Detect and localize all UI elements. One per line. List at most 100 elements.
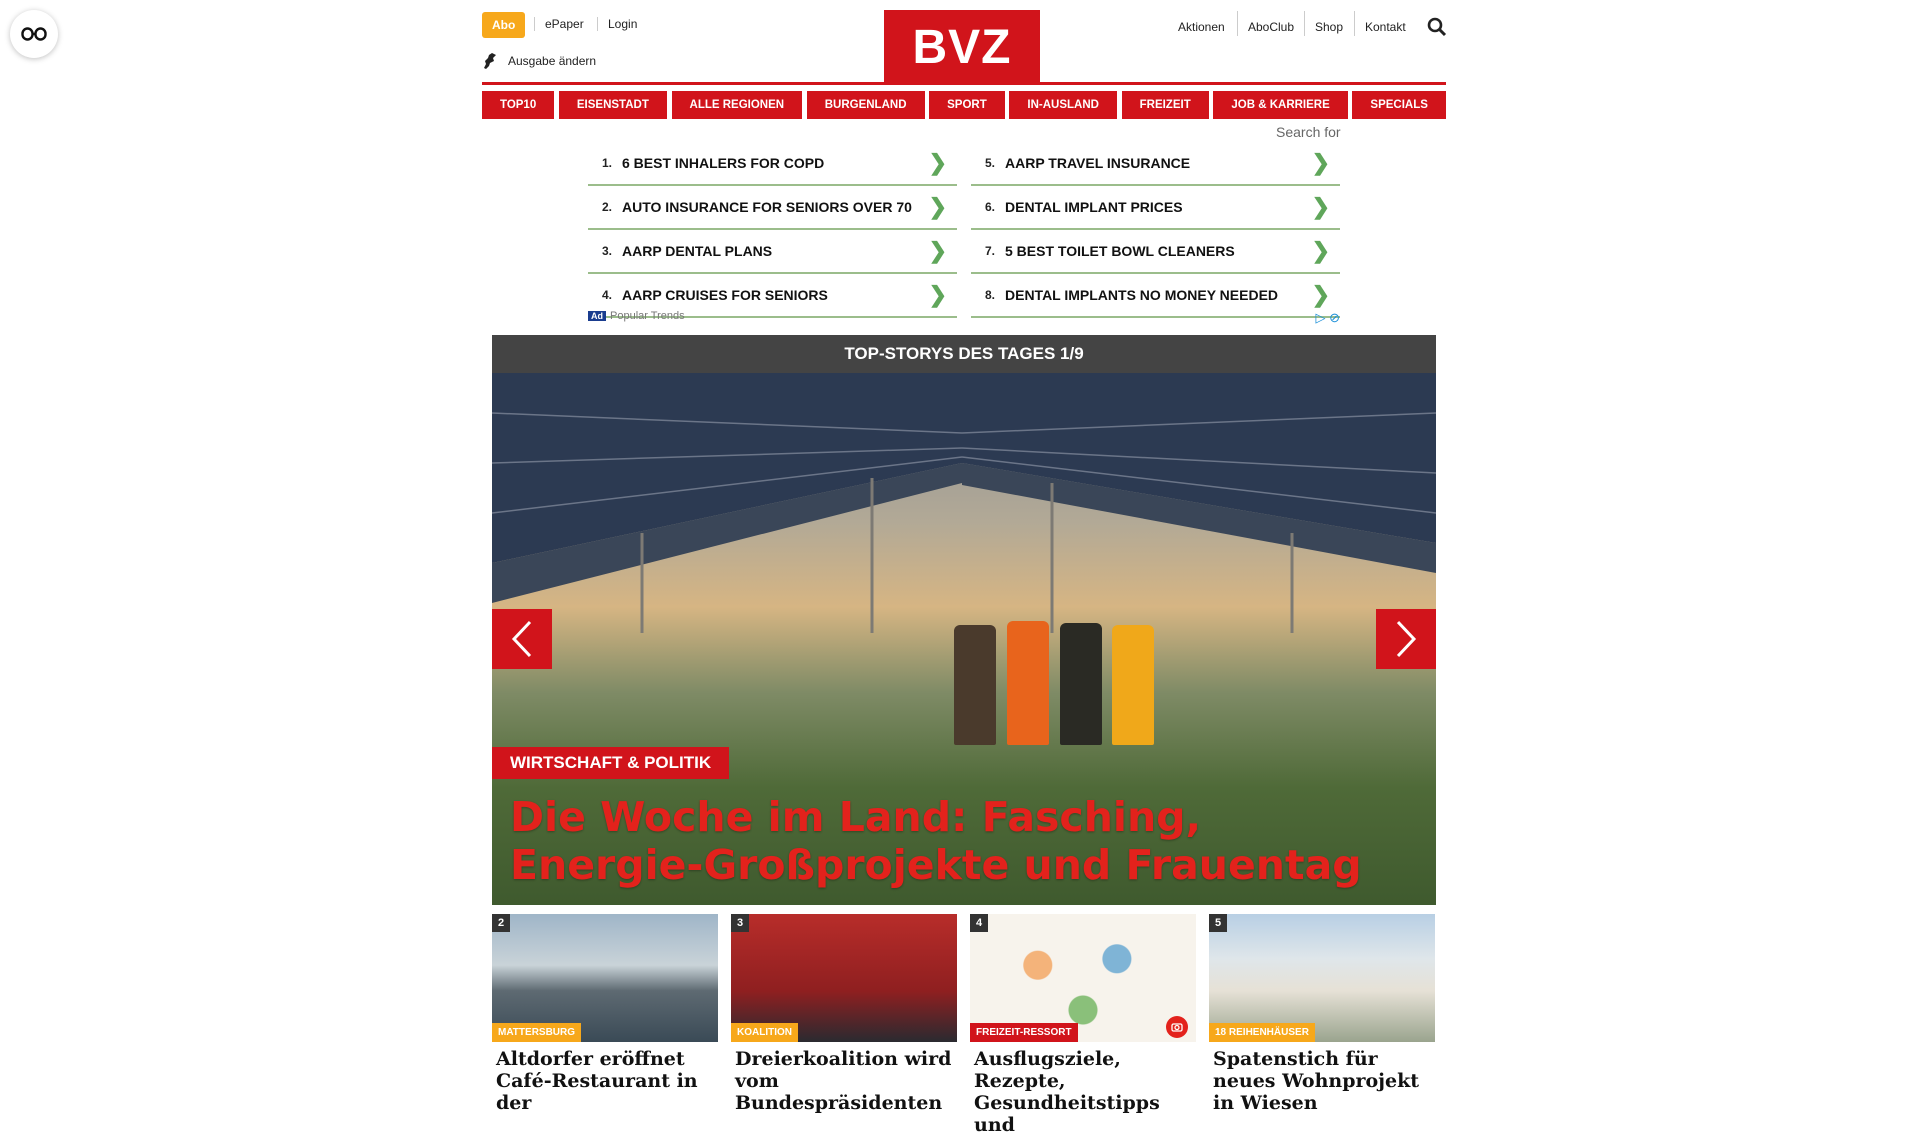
nav-in-ausland[interactable]: IN-AUSLAND [1009,91,1117,119]
search-icon [1427,17,1447,37]
chevron-right-icon: ❯ [1311,282,1330,307]
solar-panels-image [492,373,1436,633]
ad-link[interactable]: 3. AARP DENTAL PLANS ❯ [588,230,957,274]
ad-column-right: 5. AARP TRAVEL INSURANCE ❯ 6. DENTAL IMPLAN… [971,142,1340,318]
ad-link-text: AUTO INSURANCE FOR SENIORS OVER 70 [622,199,912,215]
site-container: Abo ePaper Login Ausgabe ändern BVZ Akti… [482,0,1447,1136]
story-category-tag: KOALITION [731,1023,798,1042]
nav-burgenland[interactable]: BURGENLAND [806,91,925,119]
chevron-right-icon: ❯ [1311,194,1330,219]
ad-footer: Ad Popular Trends ▷ ⊘ [588,310,1340,325]
ad-link-text: AARP DENTAL PLANS [622,243,773,259]
story-title: Ausflugsziele, Rezepte, Gesundheitstipps… [974,1048,1160,1136]
nav-sport[interactable]: SPORT [929,91,1005,119]
story-title: Spatenstich für neues Wohnprojekt in Wie… [1213,1048,1420,1114]
burgenland-map-icon [484,53,496,69]
edition-switch[interactable]: Ausgabe ändern [482,52,596,70]
story-rank: 3 [731,914,749,932]
nav-freizeit[interactable]: FREIZEIT [1121,91,1209,119]
story-card[interactable]: 4 FREIZEIT-RESSORT Ausflugsziele, Rezept… [970,914,1196,1136]
adchoices-icon[interactable]: ▷ ⊘ [1315,310,1340,326]
nav-alle-regionen[interactable]: ALLE REGIONEN [671,91,803,119]
chevron-right-icon: ❯ [928,194,947,219]
top-stories-heading: TOP-STORYS DES TAGES 1/9 [492,335,1436,373]
person-figure [1007,621,1049,745]
nav-eisenstadt[interactable]: EISENSTADT [558,91,667,119]
story-rank: 2 [492,914,510,932]
chevron-right-icon [1396,620,1417,658]
ad-link[interactable]: 7. 5 BEST TOILET BOWL CLEANERS ❯ [971,230,1340,274]
story-thumbnail: 4 FREIZEIT-RESSORT [970,914,1196,1042]
ad-link[interactable]: 1. 6 BEST INHALERS FOR COPD ❯ [588,142,957,186]
ad-link-number: 2. [601,200,612,214]
nav-job-karriere[interactable]: JOB & KARRIERE [1213,91,1348,119]
bvz-logo[interactable]: BVZ [884,10,1040,84]
story-rank: 5 [1209,914,1227,932]
chevron-left-icon [511,620,532,658]
chevron-right-icon: ❯ [928,150,947,175]
top-link-shop[interactable]: Shop [1304,11,1343,36]
abo-button[interactable]: Abo [482,12,526,38]
story-rank: 4 [970,914,988,932]
story-thumbnail: 2 MATTERSBURG [492,914,718,1042]
nav-top10[interactable]: TOP10 [482,91,555,119]
ad-source[interactable]: Popular Trends [610,310,685,322]
page: Abo ePaper Login Ausgabe ändern BVZ Akti… [0,0,1920,1136]
chevron-right-icon: ❯ [928,282,947,307]
story-title: Dreierkoalition wird vom Bundespräsident… [735,1048,952,1114]
carousel-next-button[interactable] [1376,609,1436,669]
story-thumbnail: 5 18 REIHENHÄUSER [1209,914,1435,1042]
person-figure [954,625,996,745]
top-stories: TOP-STORYS DES TAGES 1/9 WIRTSCHAFT & PO… [492,335,1436,905]
ad-link-number: 5. [984,156,995,170]
hero-title[interactable]: Die Woche im Land: Fasching, Energie-Gro… [510,793,1390,889]
top-link-kontakt[interactable]: Kontakt [1354,11,1406,36]
chevron-right-icon: ❯ [1311,238,1330,263]
ad-link-text: 5 BEST TOILET BOWL CLEANERS [1005,243,1235,259]
header-divider [482,82,1446,85]
ad-link[interactable]: 6. DENTAL IMPLANT PRICES ❯ [971,186,1340,230]
ad-link[interactable]: 2. AUTO INSURANCE FOR SENIORS OVER 70 ❯ [588,186,957,230]
epaper-link[interactable]: ePaper [534,17,584,31]
story-category-tag: 18 REIHENHÄUSER [1209,1023,1315,1042]
nav-specials[interactable]: SPECIALS [1352,91,1446,119]
login-link[interactable]: Login [597,17,637,31]
extension-button[interactable] [10,10,58,58]
ad-link-text: DENTAL IMPLANTS NO MONEY NEEDED [1005,287,1279,303]
top-link-aboclub[interactable]: AboClub [1237,11,1294,36]
story-thumbnail: 3 KOALITION [731,914,957,1042]
search-button[interactable] [1427,17,1447,42]
ad-link-text: 6 BEST INHALERS FOR COPD [622,155,825,171]
main-nav: TOP10 EISENSTADT ALLE REGIONEN BURGENLAN… [482,91,1446,119]
top-link-aktionen[interactable]: Aktionen [1178,20,1225,34]
person-figure [1112,625,1154,745]
chevron-right-icon: ❯ [1311,150,1330,175]
person-figure [1060,623,1102,745]
hero-story[interactable]: WIRTSCHAFT & POLITIK Die Woche im Land: … [492,373,1436,905]
ad-link-number: 3. [601,244,612,258]
ad-link-number: 6. [984,200,995,214]
glasses-icon [21,27,47,41]
edition-label: Ausgabe ändern [508,54,597,68]
story-category-tag: FREIZEIT-RESSORT [970,1023,1078,1042]
ad-link-text: AARP TRAVEL INSURANCE [1005,155,1191,171]
ad-link-number: 4. [601,288,612,302]
ad-link-number: 1. [601,156,612,170]
hero-category-tag[interactable]: WIRTSCHAFT & POLITIK [492,747,730,779]
story-card[interactable]: 5 18 REIHENHÄUSER Spatenstich für neues … [1209,914,1435,1114]
ad-search-label: Search for [1276,124,1341,140]
ad-link[interactable]: 5. AARP TRAVEL INSURANCE ❯ [971,142,1340,186]
story-category-tag: MATTERSBURG [492,1023,582,1042]
ad-badge: Ad [588,311,606,321]
story-title: Altdorfer eröffnet Café-Restaurant in de… [496,1048,698,1114]
camera-icon [1166,1016,1188,1038]
header: Abo ePaper Login Ausgabe ändern BVZ Akti… [482,0,1447,85]
ad-link-text: AARP CRUISES FOR SENIORS [622,287,828,303]
ad-link-text: DENTAL IMPLANT PRICES [1005,199,1183,215]
story-card[interactable]: 2 MATTERSBURG Altdorfer eröffnet Café-Re… [492,914,718,1114]
story-card[interactable]: 3 KOALITION Dreierkoalition wird vom Bun… [731,914,957,1114]
carousel-prev-button[interactable] [492,609,552,669]
ad-link-number: 8. [984,288,995,302]
ad-link-number: 7. [984,244,995,258]
chevron-right-icon: ❯ [928,238,947,263]
